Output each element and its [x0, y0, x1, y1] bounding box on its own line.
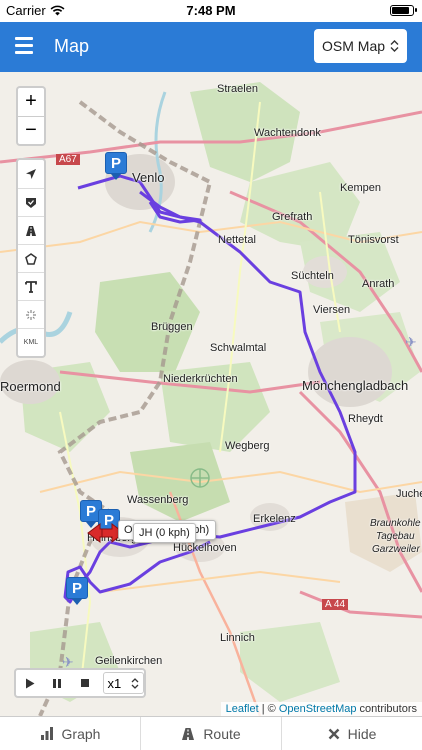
- map-view[interactable]: ✈ ✈ Straelen Wachtendonk A67 Venlo Kempe…: [0, 72, 422, 716]
- battery-level: [392, 7, 409, 14]
- playback-control: x1: [14, 668, 146, 698]
- leaflet-link[interactable]: Leaflet: [226, 703, 259, 715]
- map-label-wachtendonk: Wachtendonk: [254, 127, 321, 139]
- map-label-venlo: Venlo: [132, 170, 165, 185]
- nav-bar: Map OSM Map: [0, 22, 422, 72]
- tab-hide-label: Hide: [347, 725, 377, 742]
- map-label-juche: Juche: [396, 488, 422, 500]
- map-label-a44: A 44: [322, 599, 349, 610]
- status-bar: Carrier 7:48 PM: [0, 0, 422, 22]
- map-label-huckelhoven: Hückelhoven: [173, 542, 237, 554]
- map-attribution: Leaflet | © OpenStreetMap contributors: [220, 702, 422, 716]
- osm-link[interactable]: OpenStreetMap: [279, 703, 357, 715]
- play-icon: [25, 678, 35, 688]
- map-label-tonisvorst: Tönisvorst: [348, 234, 399, 246]
- draw-circle-button[interactable]: [18, 300, 44, 328]
- map-label-tagebau: Tagebau: [376, 531, 415, 542]
- map-label-linnich: Linnich: [220, 632, 255, 644]
- road-icon: [182, 727, 195, 740]
- zoom-out-button[interactable]: −: [18, 116, 44, 144]
- chevron-updown-icon: [390, 40, 399, 52]
- map-label-bruggen: Brüggen: [151, 321, 193, 333]
- play-button[interactable]: [16, 670, 44, 696]
- text-icon: [25, 280, 37, 293]
- pause-button[interactable]: [44, 670, 72, 696]
- draw-toolbar: KML: [16, 158, 46, 358]
- polygon-icon: [25, 252, 37, 265]
- map-label-garzweiler: Garzweiler: [372, 544, 420, 555]
- draw-polygon-button[interactable]: [18, 244, 44, 272]
- map-label-wassenberg: Wassenberg: [127, 494, 189, 506]
- speed-select[interactable]: x1: [102, 672, 144, 694]
- parking-marker-south[interactable]: P: [66, 577, 90, 605]
- map-label-anrath: Anrath: [362, 278, 395, 290]
- locate-button[interactable]: [18, 160, 44, 188]
- svg-text:✈: ✈: [405, 335, 417, 351]
- map-label-viersen: Viersen: [313, 304, 351, 316]
- stop-button[interactable]: [71, 670, 99, 696]
- map-label-nettetal: Nettetal: [218, 234, 256, 246]
- map-label-wegberg: Wegberg: [225, 440, 270, 452]
- map-type-value: OSM Map: [322, 38, 386, 54]
- map-label-kempen: Kempen: [340, 182, 381, 194]
- map-label-monchengladbach: Mönchengladbach: [302, 378, 409, 393]
- attribution-separator: | ©: [258, 703, 279, 715]
- map-label-suchteln: Süchteln: [291, 270, 334, 282]
- map-tiles: ✈ ✈: [0, 72, 422, 716]
- close-icon: [328, 728, 339, 739]
- vehicle-tooltip-jh: JH (0 kph): [133, 523, 196, 543]
- draw-marker-button[interactable]: [18, 188, 44, 216]
- bar-chart-icon: [40, 727, 53, 740]
- marker-letter: P: [66, 577, 88, 599]
- speed-value: x1: [107, 675, 122, 691]
- map-label-grefrath: Grefrath: [272, 211, 313, 223]
- map-label-straelen: Straelen: [217, 83, 258, 95]
- map-label-braunkohle: Braunkohle: [370, 518, 421, 529]
- chevron-updown-icon: [131, 677, 139, 689]
- map-label-niederkruchten: Niederkrüchten: [163, 373, 238, 385]
- pause-icon: [53, 678, 62, 688]
- road-icon: [26, 225, 36, 236]
- battery-icon: [390, 5, 417, 16]
- stop-icon: [80, 679, 89, 687]
- attribution-suffix: contributors: [356, 703, 417, 715]
- map-label-a67: A67: [56, 154, 80, 165]
- navigation-arrow-icon: [26, 169, 36, 179]
- clock: 7:48 PM: [186, 3, 236, 18]
- page-title: Map: [54, 36, 90, 56]
- tab-hide[interactable]: Hide: [281, 717, 422, 750]
- shield-marker-icon: [26, 197, 36, 208]
- map-label-schwalmtal: Schwalmtal: [210, 342, 267, 354]
- sparkle-icon: [26, 309, 36, 320]
- tab-graph-label: Graph: [61, 725, 101, 742]
- tab-route-label: Route: [203, 725, 241, 742]
- draw-road-button[interactable]: [18, 216, 44, 244]
- parking-marker-venlo[interactable]: P: [105, 152, 129, 180]
- hamburger-menu-icon[interactable]: [15, 37, 33, 55]
- map-label-erkelenz: Erkelenz: [253, 513, 296, 525]
- map-label-roermond: Roermond: [0, 379, 61, 394]
- tab-graph[interactable]: Graph: [0, 717, 140, 750]
- bottom-tab-bar: Graph Route Hide: [0, 716, 422, 750]
- map-label-geilenkirchen: Geilenkirchen: [95, 655, 163, 667]
- marker-letter: P: [105, 152, 127, 174]
- tab-route[interactable]: Route: [140, 717, 281, 750]
- map-label-rheydt: Rheydt: [348, 413, 383, 425]
- zoom-control: + −: [16, 86, 46, 146]
- draw-text-button[interactable]: [18, 272, 44, 300]
- kml-button[interactable]: KML: [18, 328, 44, 356]
- kml-label: KML: [23, 339, 39, 346]
- zoom-in-button[interactable]: +: [18, 88, 44, 116]
- map-type-select[interactable]: OSM Map: [314, 29, 407, 63]
